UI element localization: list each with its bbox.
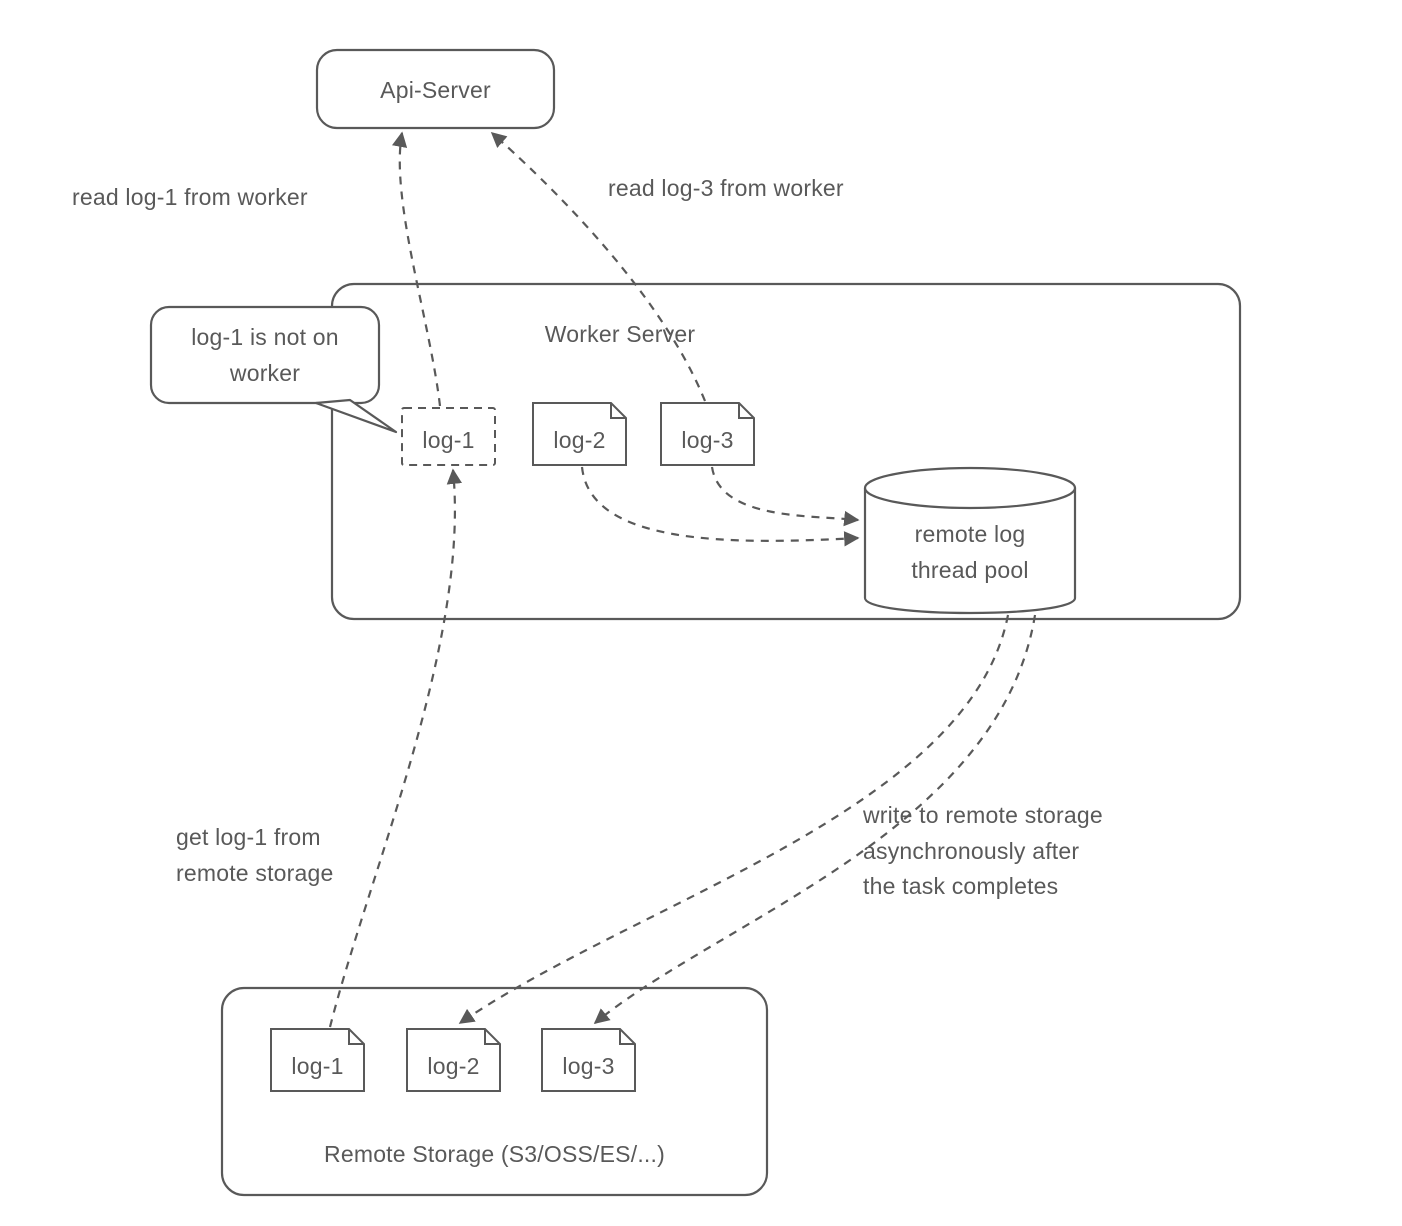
remote-log2-label: log-2: [407, 1049, 500, 1085]
callout-log1-label: log-1 is not on worker: [151, 320, 379, 391]
diagram-canvas: Api-Server Worker Server log-1 is not on…: [0, 0, 1402, 1226]
remote-storage-title: Remote Storage (S3/OSS/ES/...): [222, 1137, 767, 1173]
remote-log3-label: log-3: [542, 1049, 635, 1085]
edge-read-log1: read log-1 from worker: [72, 180, 308, 216]
edge-get-log1: get log-1 from remote storage: [176, 820, 334, 891]
worker-server-title: Worker Server: [480, 317, 760, 353]
thread-pool-label: remote log thread pool: [865, 517, 1075, 588]
worker-log2-label: log-2: [533, 423, 626, 459]
worker-log3-label: log-3: [661, 423, 754, 459]
api-server-label: Api-Server: [317, 73, 554, 109]
remote-log1-label: log-1: [271, 1049, 364, 1085]
worker-log1-label: log-1: [402, 423, 495, 459]
edge-read-log3: read log-3 from worker: [608, 171, 844, 207]
edge-write-async: write to remote storage asynchronously a…: [863, 798, 1103, 905]
